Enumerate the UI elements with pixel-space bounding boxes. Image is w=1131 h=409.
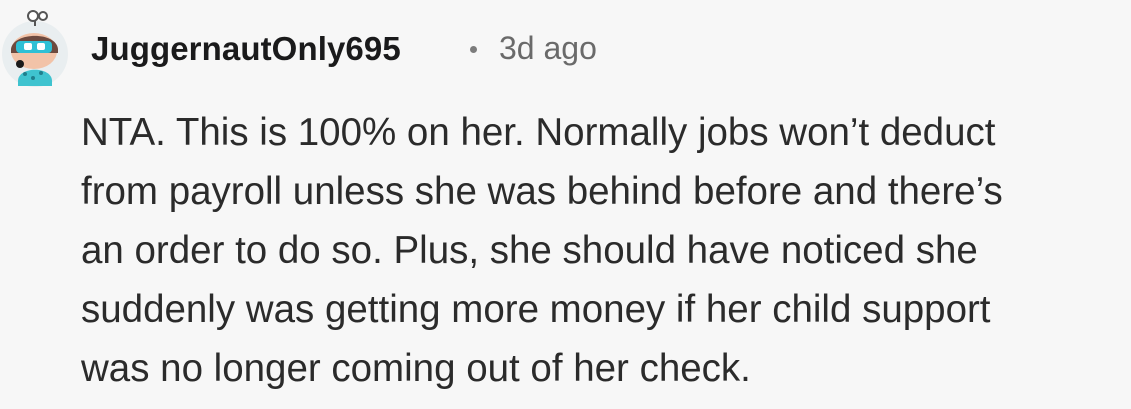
comment-card: JuggernautOnly695 3d ago NTA. This is 10… (0, 0, 1131, 409)
comment-line: suddenly was getting more money if her c… (81, 288, 991, 331)
comment-header: JuggernautOnly695 3d ago (0, 8, 1131, 88)
reddit-snoo-avatar-icon (2, 10, 68, 87)
comment-line: an order to do so. Plus, she should have… (81, 229, 978, 272)
avatar[interactable] (0, 8, 72, 88)
separator-dot (470, 46, 477, 53)
comment-line: from payroll unless she was behind befor… (81, 170, 1003, 213)
username-link[interactable]: JuggernautOnly695 (91, 30, 401, 68)
comment-body: NTA. This is 100% on her. Normally jobs … (81, 103, 1126, 398)
timestamp: 3d ago (499, 30, 597, 66)
comment-line: was no longer coming out of her check. (81, 347, 751, 390)
comment-line: NTA. This is 100% on her. Normally jobs … (81, 111, 996, 154)
